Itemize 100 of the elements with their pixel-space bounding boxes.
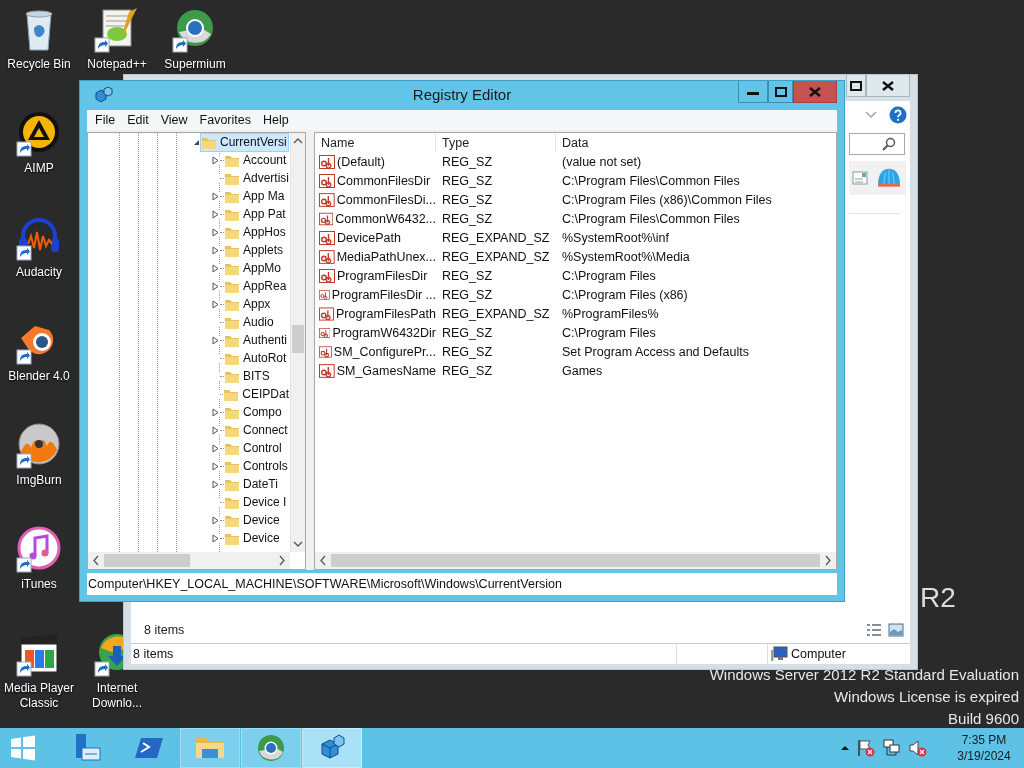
- table-cell: DevicePath: [337, 230, 401, 245]
- flag-error-icon[interactable]: [856, 738, 876, 758]
- table-cell-text: C:\Program Files: [561, 268, 657, 283]
- string-value-icon: [319, 154, 335, 169]
- table-cell-text: REG_EXPAND_SZ: [441, 230, 551, 245]
- expand-arrow-icon[interactable]: [211, 515, 220, 525]
- table-row[interactable]: SM_ConfigurePr... REG_SZ Set Program Access and Defaults: [315, 342, 836, 361]
- expand-arrow-icon[interactable]: [211, 407, 220, 417]
- table-cell: SM_ConfigurePr...: [333, 344, 436, 359]
- menu-item[interactable]: Favorites: [193, 110, 257, 130]
- table-cell: MediaPathUnex...: [336, 249, 436, 264]
- table-cell-text: REG_SZ: [441, 363, 493, 378]
- maximize-icon: [774, 86, 787, 97]
- desktop-icon-label[interactable]: AIMP: [24, 161, 54, 176]
- string-value-icon: [319, 230, 335, 245]
- expand-arrow-icon[interactable]: [211, 299, 220, 309]
- network-icon[interactable]: [882, 738, 902, 758]
- window-title: Registry Editor: [412, 85, 512, 103]
- browser-icon: [255, 732, 287, 764]
- table-row[interactable]: ProgramFilesDir REG_SZ C:\Program Files: [315, 266, 836, 285]
- table-cell-text: REG_SZ: [441, 287, 493, 302]
- expand-arrow-icon[interactable]: [211, 191, 220, 201]
- desktop-icon-label[interactable]: iTunes: [21, 577, 57, 592]
- expand-arrow-icon[interactable]: [211, 533, 220, 543]
- status-text: 8 items: [132, 647, 175, 661]
- expand-arrow-icon[interactable]: [211, 335, 220, 345]
- expand-arrow-icon[interactable]: [211, 479, 220, 489]
- table-row[interactable]: SM_GamesName REG_SZ Games: [315, 361, 836, 380]
- edition-notice: Windows Server 2012 R2 Standard Evaluation: [709, 665, 1019, 685]
- desktop-icon-label[interactable]: Internet Downlo...: [79, 681, 155, 711]
- desktop-icon-label[interactable]: Blender 4.0: [8, 369, 70, 384]
- minimize-button[interactable]: [738, 81, 768, 103]
- tree-item[interactable]: CurrentVersi: [201, 133, 288, 151]
- menu-item[interactable]: Help: [257, 110, 295, 130]
- windows-logo-icon: [9, 734, 37, 762]
- table-row[interactable]: CommonFilesDir REG_SZ C:\Program Files\Common Files: [315, 171, 836, 190]
- details-view-icon[interactable]: [866, 623, 882, 637]
- table-cell: ProgramFilesDir ...: [331, 287, 436, 302]
- branding-text: R2: [920, 582, 956, 614]
- search-field[interactable]: [849, 133, 905, 155]
- table-row[interactable]: CommonW6432... REG_SZ C:\Program Files\Common Files: [315, 209, 836, 228]
- desktop-icon-label[interactable]: ImgBurn: [16, 473, 62, 488]
- scrollbar-thumb[interactable]: [331, 554, 820, 567]
- show-hidden-icons-icon[interactable]: [840, 744, 850, 752]
- table-cell-text: REG_SZ: [441, 173, 493, 188]
- shell-icon[interactable]: [876, 167, 902, 189]
- table-row[interactable]: ProgramFilesDir ... REG_SZ C:\Program Files (x86): [315, 285, 836, 304]
- string-value-icon: [319, 173, 335, 188]
- expand-arrow-icon[interactable]: [211, 209, 220, 219]
- table-cell: CommonW6432...: [335, 211, 436, 226]
- table-cell-text: REG_SZ: [441, 192, 493, 207]
- scrollbar-thumb[interactable]: [104, 554, 190, 567]
- desktop-icon-label[interactable]: Supermium: [164, 57, 226, 72]
- expand-arrow-icon[interactable]: [211, 263, 220, 273]
- expand-arrow-icon[interactable]: [211, 155, 220, 165]
- expand-arrow-icon[interactable]: [211, 245, 220, 255]
- table-row[interactable]: MediaPathUnex... REG_EXPAND_SZ %SystemRoot%\Media: [315, 247, 836, 266]
- table-row[interactable]: DevicePath REG_EXPAND_SZ %SystemRoot%\inf: [315, 228, 836, 247]
- menu-item[interactable]: Edit: [121, 110, 155, 130]
- desktop-icon-label[interactable]: Notepad++: [87, 57, 147, 72]
- menu-item[interactable]: View: [154, 110, 194, 130]
- maximize-button[interactable]: [846, 75, 866, 97]
- scrollbar-thumb[interactable]: [292, 325, 304, 353]
- status-text: Computer: [791, 647, 846, 661]
- expand-arrow-icon[interactable]: [211, 227, 220, 237]
- table-cell-text: C:\Program Files (x86)\Common Files: [561, 192, 773, 207]
- maximize-button[interactable]: [768, 81, 793, 103]
- table-cell-text: Games: [561, 363, 604, 378]
- desktop-icon-label[interactable]: Recycle Bin: [7, 57, 71, 72]
- table-cell-text: C:\Program Files\Common Files: [561, 173, 741, 188]
- expand-arrow-icon[interactable]: [211, 425, 220, 435]
- help-icon[interactable]: [889, 106, 907, 124]
- menu-item[interactable]: File: [89, 110, 122, 130]
- taskbar-app-button[interactable]: [241, 728, 301, 768]
- expand-arrow-icon[interactable]: [211, 443, 220, 453]
- desktop-icon-label[interactable]: Audacity: [16, 265, 62, 280]
- table-cell-text: Set Program Access and Defaults: [561, 344, 750, 359]
- string-value-icon: [319, 344, 332, 359]
- clock[interactable]: 7:35 PM 3/19/2024: [952, 732, 1016, 764]
- string-value-icon: [319, 287, 330, 302]
- string-value-icon: [319, 306, 334, 321]
- table-row[interactable]: ProgramW6432Dir REG_SZ C:\Program Files: [315, 323, 836, 342]
- expand-arrow-icon[interactable]: [211, 461, 220, 471]
- horizontal-scrollbar[interactable]: [315, 552, 836, 569]
- table-row[interactable]: ProgramFilesPath REG_EXPAND_SZ %ProgramFiles%: [315, 304, 836, 323]
- table-cell-text: C:\Program Files (x86): [561, 287, 689, 302]
- disc-icon[interactable]: [15, 422, 63, 470]
- table-cell-text: %SystemRoot%\Media: [561, 249, 691, 264]
- desktop-icon-label[interactable]: Media Player Classic: [1, 681, 77, 711]
- horizontal-scrollbar[interactable]: [88, 552, 290, 569]
- taskbar-app-button[interactable]: [302, 728, 362, 768]
- close-button[interactable]: [866, 75, 910, 97]
- preview-pane-icon[interactable]: [852, 170, 868, 186]
- vertical-scrollbar[interactable]: [290, 133, 305, 552]
- table-row[interactable]: CommonFilesDi... REG_SZ C:\Program Files (x86)\Common Files: [315, 190, 836, 209]
- table-row[interactable]: (Default) REG_SZ (value not set): [315, 152, 836, 171]
- expand-arrow-icon[interactable]: [211, 281, 220, 291]
- music-note-icon[interactable]: [15, 526, 63, 574]
- speaker-muted-icon[interactable]: [908, 738, 928, 758]
- table-cell: CommonFilesDir: [337, 173, 431, 188]
